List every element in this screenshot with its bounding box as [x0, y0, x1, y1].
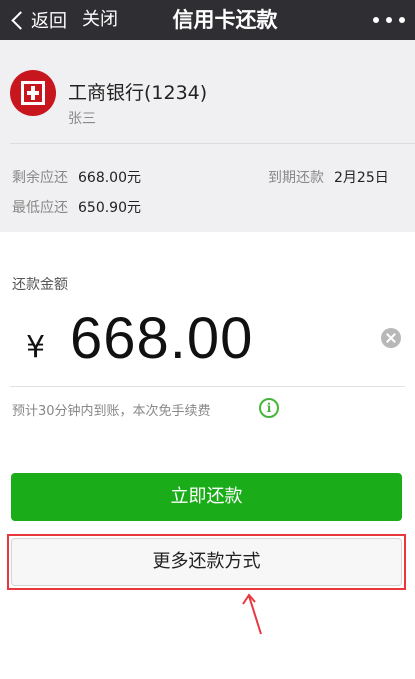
bank-name: 工商银行(1234): [68, 82, 208, 104]
more-dot: [386, 17, 392, 23]
back-button[interactable]: 返回: [8, 4, 67, 36]
currency-symbol: ¥: [26, 330, 46, 365]
arrival-note: 预计30分钟内到账，本次免手续费: [12, 404, 211, 419]
pay-now-button[interactable]: 立即还款: [11, 473, 402, 521]
divider: [10, 143, 415, 144]
info-icon[interactable]: i: [259, 398, 279, 418]
due-date-row: 到期还款 2月25日: [268, 167, 389, 187]
card-info-panel: 工商银行(1234) 张三 剩余应还 668.00元 最低应还 650.90元 到期…: [0, 40, 415, 232]
back-label: 返回: [31, 11, 67, 32]
more-dot: [399, 17, 405, 23]
clear-input-icon[interactable]: [381, 328, 401, 348]
page-title: 信用卡还款: [172, 8, 278, 32]
amount-input[interactable]: 668.00: [70, 305, 253, 372]
card-holder-name: 张三: [68, 111, 96, 127]
minimum-due-label: 最低应还: [12, 200, 68, 216]
minimum-due-value: 650.90元: [78, 200, 141, 216]
more-payment-methods-button[interactable]: 更多还款方式: [11, 538, 402, 586]
close-button[interactable]: 关闭: [82, 4, 118, 36]
icbc-logo-icon: [10, 70, 56, 116]
more-dot: [373, 17, 379, 23]
minimum-due-row: 最低应还 650.90元: [12, 197, 141, 217]
divider: [10, 386, 405, 387]
pointer-arrow-icon: [242, 593, 262, 635]
remaining-due-row: 剩余应还 668.00元: [12, 167, 141, 187]
remaining-due-label: 剩余应还: [12, 170, 68, 186]
remaining-due-value: 668.00元: [78, 170, 141, 186]
bank-card-row[interactable]: 工商银行(1234) 张三: [0, 40, 415, 143]
due-date-label: 到期还款: [268, 170, 324, 186]
due-date-value: 2月25日: [334, 170, 389, 186]
more-options-icon[interactable]: [373, 10, 405, 30]
amount-label: 还款金额: [12, 277, 68, 293]
chevron-left-icon: [11, 10, 30, 30]
top-navigation-bar: 返回 关闭 信用卡还款: [0, 0, 415, 40]
